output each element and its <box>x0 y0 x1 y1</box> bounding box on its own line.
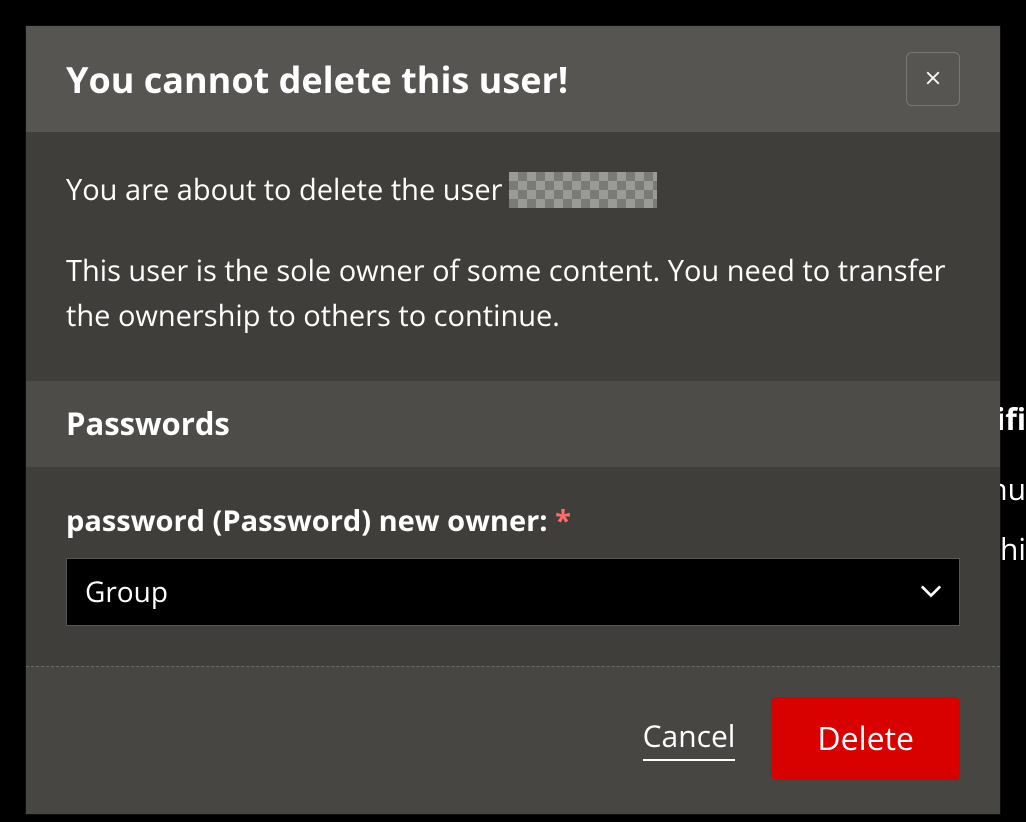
modal-footer: Cancel Delete <box>26 666 1000 814</box>
required-marker: * <box>555 501 571 540</box>
delete-user-intro: You are about to delete the user <box>66 170 960 209</box>
passwords-section-title: Passwords <box>66 403 960 445</box>
owner-field-area: password (Password) new owner: * Group <box>26 467 1000 666</box>
close-icon <box>922 67 944 92</box>
modal-header: You cannot delete this user! <box>26 26 1000 132</box>
redacted-username <box>509 172 657 208</box>
owner-field-label-row: password (Password) new owner: * <box>66 501 960 540</box>
background-text-fragment: hi <box>1000 528 1026 569</box>
cancel-button[interactable]: Cancel <box>643 715 736 761</box>
ownership-warning: This user is the sole owner of some cont… <box>66 249 960 339</box>
owner-select-wrapper: Group <box>66 558 960 626</box>
delete-button[interactable]: Delete <box>771 697 960 780</box>
delete-user-modal: You cannot delete this user! You are abo… <box>26 26 1000 814</box>
modal-body: You are about to delete the user This us… <box>26 132 1000 381</box>
passwords-section-header: Passwords <box>26 381 1000 467</box>
close-button[interactable] <box>906 52 960 106</box>
owner-select[interactable]: Group <box>66 558 960 626</box>
modal-title: You cannot delete this user! <box>66 55 568 104</box>
owner-field-label: password (Password) new owner: <box>66 501 548 540</box>
delete-user-intro-text: You are about to delete the user <box>66 170 503 209</box>
